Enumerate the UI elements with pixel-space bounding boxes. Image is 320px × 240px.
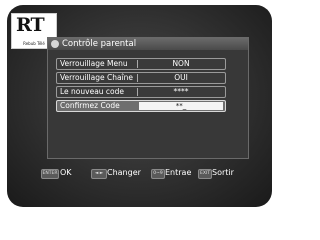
menu-lock-value[interactable]: NON [139, 59, 223, 69]
panel-title: Contrôle parental [62, 39, 137, 49]
lock-icon [51, 40, 59, 48]
digit-keys-icon: 0~9 [151, 169, 165, 179]
left-right-key-icon: ◄ ► [91, 169, 107, 179]
key-hint-bar: ENTER OK ◄ ► Changer 0~9 Entrae EXIT Sor… [41, 167, 251, 179]
exit-key-icon: EXIT [198, 169, 212, 179]
row-divider [137, 74, 138, 82]
new-code-field[interactable]: **** [139, 87, 223, 97]
channel-lock-value[interactable]: OUI [139, 73, 223, 83]
enter-key-icon: ENTER [41, 169, 59, 179]
confirm-code-row[interactable]: Confirmez Code **_ [56, 100, 226, 112]
new-code-row[interactable]: Le nouveau code **** [56, 86, 226, 98]
parental-control-panel: Contrôle parental Verrouillage Menu NON … [47, 37, 249, 159]
enter-digits-hint: Entrae [165, 168, 192, 177]
ok-hint: OK [60, 168, 72, 177]
row-divider [137, 88, 138, 96]
change-hint: Changer [107, 168, 141, 177]
confirm-code-field[interactable]: **_ [139, 102, 223, 110]
menu-lock-label: Verrouillage Menu [60, 59, 128, 68]
exit-hint: Sortir [212, 168, 234, 177]
channel-lock-row[interactable]: Verrouillage Chaîne OUI [56, 72, 226, 84]
confirm-code-label: Confirmez Code [60, 101, 120, 110]
channel-lock-label: Verrouillage Chaîne [60, 73, 134, 82]
tv-screen: RT Rebub Télé Contrôle parental Verrouil… [7, 5, 272, 207]
panel-header: Contrôle parental [48, 38, 248, 50]
logo-mark: RT [16, 14, 45, 36]
new-code-label: Le nouveau code [60, 87, 125, 96]
row-divider [137, 60, 138, 68]
menu-lock-row[interactable]: Verrouillage Menu NON [56, 58, 226, 70]
